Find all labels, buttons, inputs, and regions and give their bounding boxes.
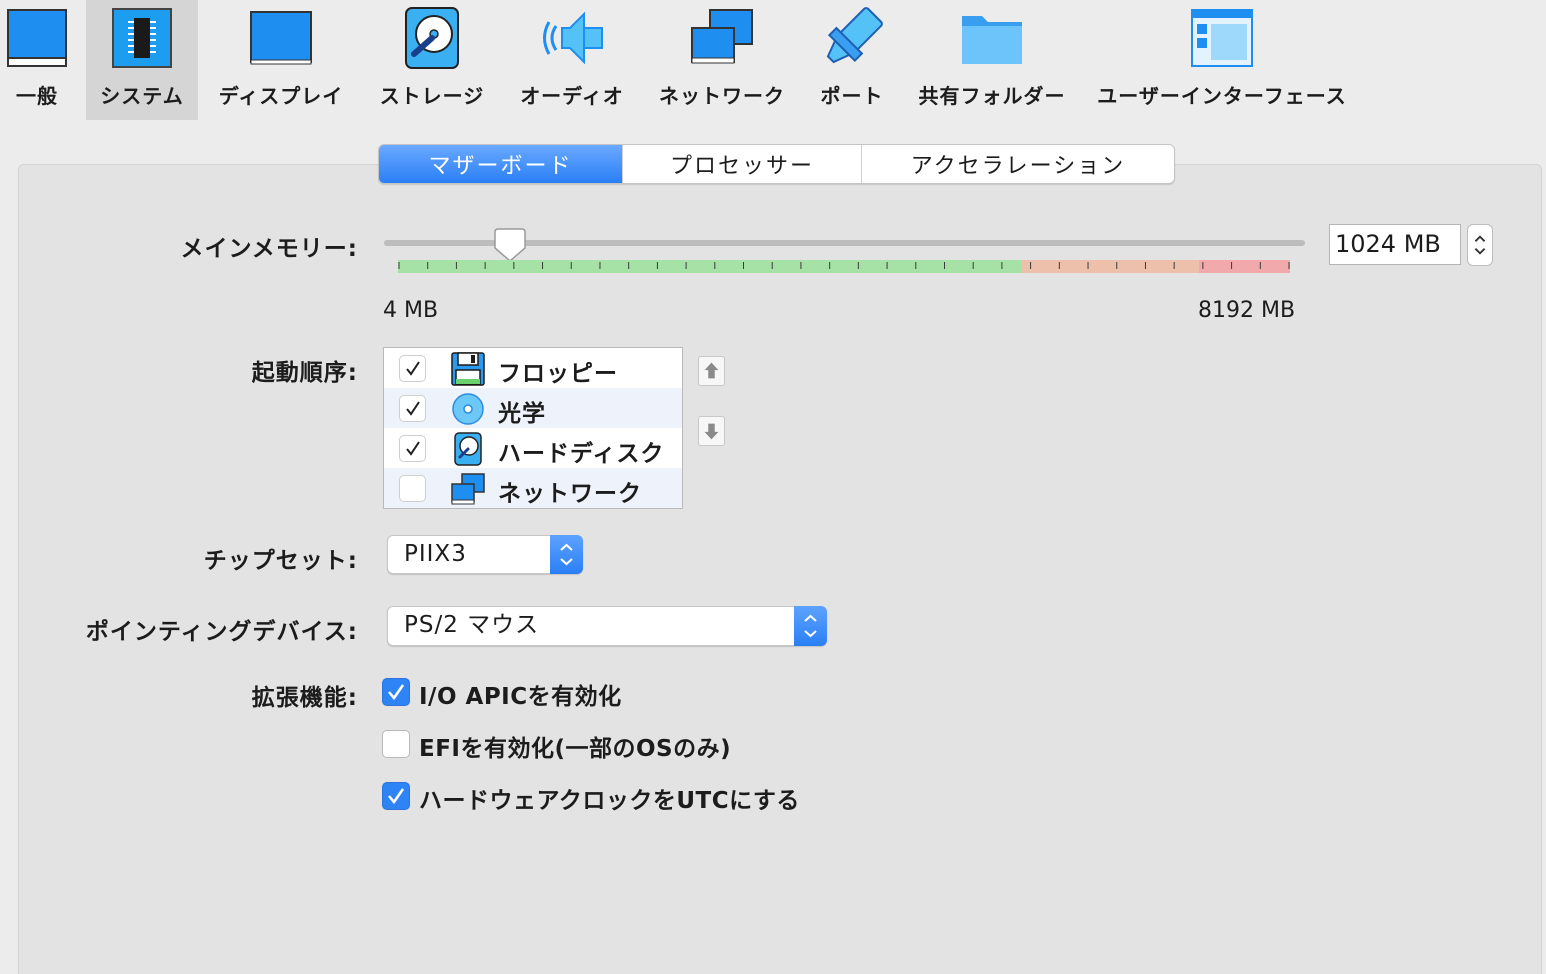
tab-processor[interactable]: プロセッサー xyxy=(623,145,862,183)
toolbar-item-shared-folders[interactable]: 共有フォルダー xyxy=(912,0,1072,120)
network-icon xyxy=(451,473,485,505)
memory-slider-thumb[interactable] xyxy=(494,228,526,262)
toolbar-item-display[interactable]: ディスプレイ xyxy=(214,0,348,120)
toolbar-item-general[interactable]: 一般 xyxy=(0,0,74,120)
toolbar-item-ports[interactable]: ポート xyxy=(812,0,892,120)
tab-motherboard[interactable]: マザーボード xyxy=(379,145,623,183)
boot-checkbox-hard-disk[interactable] xyxy=(399,435,426,462)
boot-item-label: ハードディスク xyxy=(498,441,665,467)
hard-disk-icon xyxy=(405,7,459,69)
settings-toolbar: 一般 システム ディスプレイ ストレージ オーディオ ネットワーク ポート 共有… xyxy=(0,0,1546,122)
monitor-icon xyxy=(7,9,67,67)
checkmark-icon xyxy=(406,441,420,456)
floppy-icon xyxy=(451,352,485,386)
toolbar-label: ポート xyxy=(820,84,884,108)
optical-disc-icon xyxy=(452,393,484,425)
chip-icon xyxy=(112,8,172,68)
arrow-down-icon xyxy=(704,423,719,440)
network-icon xyxy=(691,9,753,64)
toolbar-label: ネットワーク xyxy=(659,84,785,108)
boot-item-label: フロッピー xyxy=(498,361,618,387)
io-apic-label: I/O APICを有効化 xyxy=(419,684,622,710)
boot-item-optical[interactable]: 光学 xyxy=(384,388,682,428)
toolbar-label: オーディオ xyxy=(520,84,624,108)
tab-acceleration[interactable]: アクセラレーション xyxy=(862,145,1174,183)
boot-item-hard-disk[interactable]: ハードディスク xyxy=(384,428,682,468)
toolbar-label: システム xyxy=(100,84,184,108)
boot-order-list: フロッピー 光学 ハードディスク ネットワーク xyxy=(383,347,683,509)
memory-min-label: 4 MB xyxy=(383,298,439,323)
boot-item-label: 光学 xyxy=(498,401,546,427)
chipset-value: PIIX3 xyxy=(404,541,467,567)
checkmark-icon xyxy=(406,361,420,376)
updown-chevron-icon xyxy=(794,606,827,646)
updown-chevron-icon xyxy=(550,535,583,574)
memory-stepper[interactable] xyxy=(1467,224,1493,266)
chipset-select[interactable]: PIIX3 xyxy=(387,535,583,574)
toolbar-label: ディスプレイ xyxy=(218,84,344,108)
pointing-device-value: PS/2 マウス xyxy=(404,612,540,638)
utc-clock-label: ハードウェアクロックをUTCにする xyxy=(419,788,800,814)
toolbar-label: 一般 xyxy=(16,84,58,108)
boot-item-label: ネットワーク xyxy=(498,481,642,507)
move-up-button[interactable] xyxy=(698,356,725,386)
toolbar-label: ストレージ xyxy=(379,84,485,108)
memory-max-label: 8192 MB xyxy=(1198,298,1296,323)
io-apic-checkbox[interactable] xyxy=(382,678,410,706)
boot-checkbox-optical[interactable] xyxy=(399,395,426,422)
pointing-device-label: ポインティングデバイス: xyxy=(85,619,358,645)
toolbar-label: 共有フォルダー xyxy=(918,84,1066,108)
port-connector-icon xyxy=(826,7,883,64)
checkmark-icon xyxy=(406,401,420,416)
move-down-button[interactable] xyxy=(698,416,725,446)
tab-bar: マザーボード プロセッサー アクセラレーション xyxy=(378,144,1175,184)
window-layout-icon xyxy=(1191,9,1253,67)
toolbar-item-network[interactable]: ネットワーク xyxy=(652,0,792,120)
extended-features-label: 拡張機能: xyxy=(251,685,358,711)
toolbar-item-audio[interactable]: オーディオ xyxy=(514,0,630,120)
memory-value-field[interactable]: 1024 MB xyxy=(1329,224,1461,265)
efi-checkbox[interactable] xyxy=(382,730,410,758)
boot-checkbox-floppy[interactable] xyxy=(399,355,426,382)
toolbar-item-user-interface[interactable]: ユーザーインターフェース xyxy=(1094,0,1350,120)
hard-disk-icon xyxy=(454,432,482,466)
boot-checkbox-network[interactable] xyxy=(399,475,426,502)
arrow-up-icon xyxy=(704,362,719,379)
toolbar-item-storage[interactable]: ストレージ xyxy=(370,0,494,120)
memory-scale xyxy=(398,260,1290,273)
memory-label: メインメモリー: xyxy=(180,236,358,262)
utc-clock-checkbox[interactable] xyxy=(382,782,410,810)
toolbar-label: ユーザーインターフェース xyxy=(1097,84,1347,108)
pointing-device-select[interactable]: PS/2 マウス xyxy=(387,606,827,646)
toolbar-item-system[interactable]: システム xyxy=(86,0,198,120)
display-icon xyxy=(250,11,312,65)
chipset-label: チップセット: xyxy=(203,548,358,574)
speaker-icon xyxy=(543,11,603,65)
folder-icon xyxy=(962,16,1022,64)
efi-label: EFIを有効化(一部のOSのみ) xyxy=(419,736,732,762)
checkmark-icon xyxy=(388,684,405,701)
boot-item-floppy[interactable]: フロッピー xyxy=(384,348,682,388)
checkmark-icon xyxy=(388,788,405,805)
boot-order-label: 起動順序: xyxy=(251,360,358,386)
boot-item-network[interactable]: ネットワーク xyxy=(384,468,682,508)
